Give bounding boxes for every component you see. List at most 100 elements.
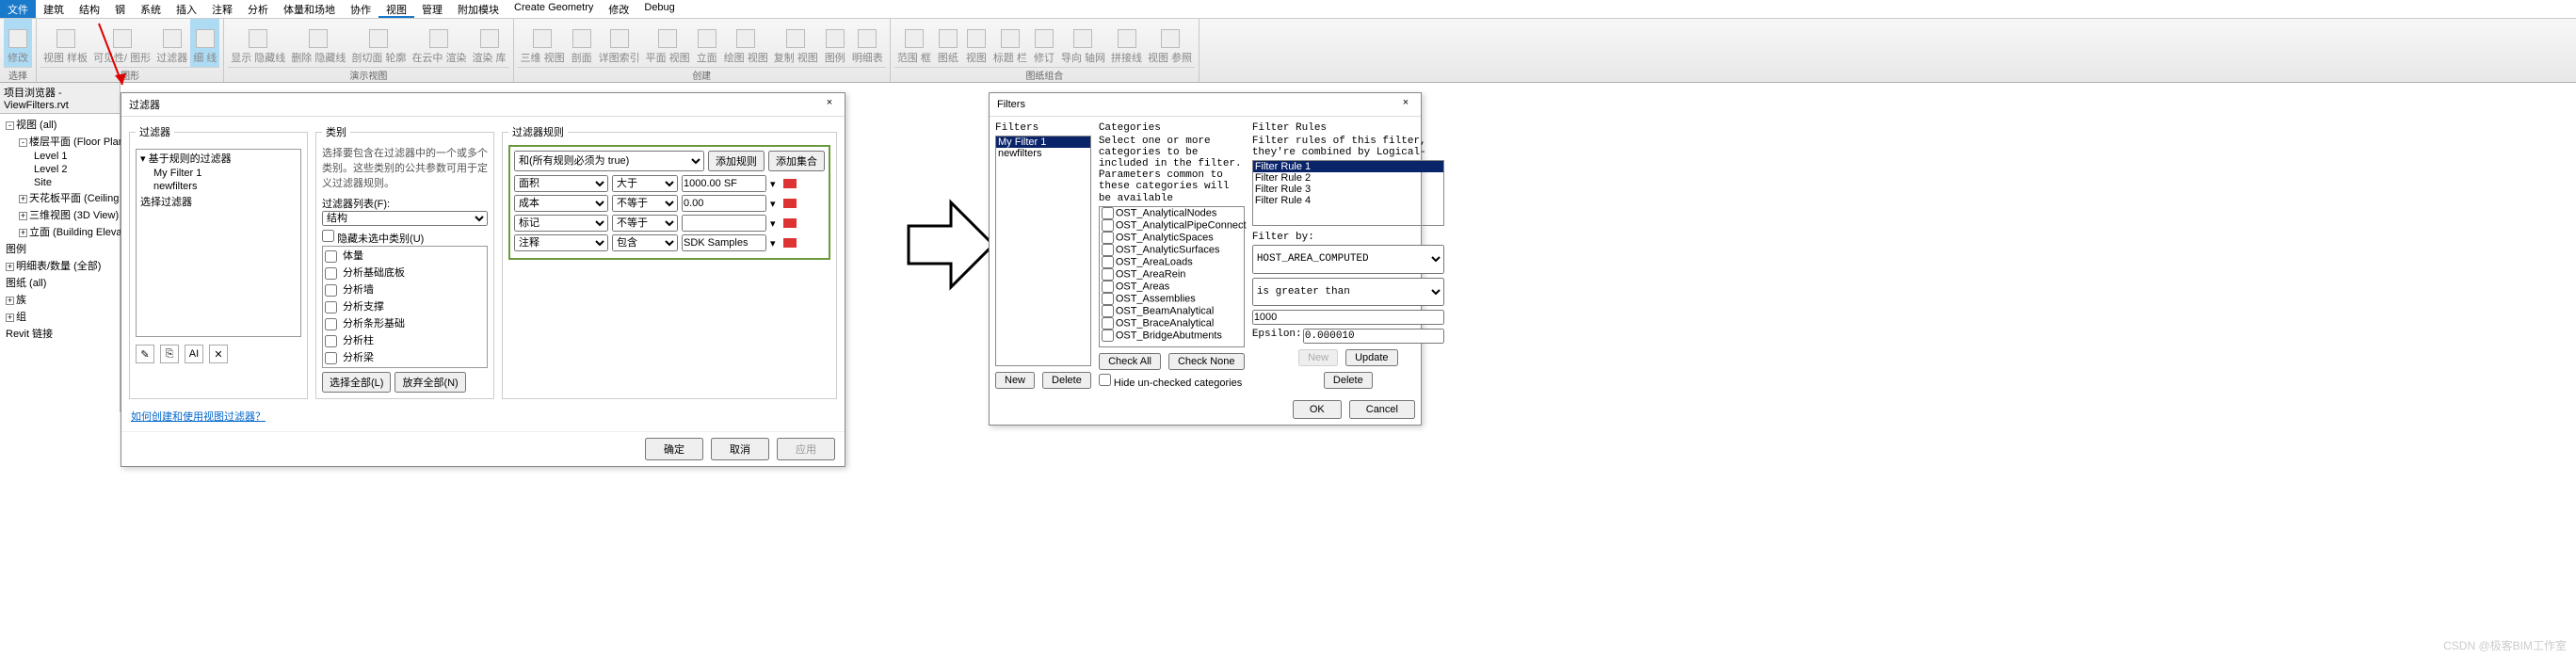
project-browser-tree[interactable]: -视图 (all)-楼层平面 (Floor Plan)Level 1Level … bbox=[0, 114, 120, 344]
menu-tab-file[interactable]: 文件 bbox=[0, 0, 36, 18]
ribbon-btn[interactable]: 剖面 bbox=[568, 19, 596, 67]
category-item[interactable]: OST_AnalyticSpaces bbox=[1100, 232, 1244, 244]
new-filter-icon[interactable]: ✎ bbox=[136, 345, 154, 363]
ribbon-btn[interactable]: 视图 参照 bbox=[1145, 19, 1195, 67]
ribbon-btn-thinlines[interactable]: 细 线 bbox=[190, 19, 219, 67]
ribbon-btn[interactable]: 修订 bbox=[1030, 19, 1058, 67]
category-item[interactable]: 体量 bbox=[323, 247, 487, 264]
categories-listbox[interactable]: OST_AnalyticalNodesOST_AnalyticalPipeCon… bbox=[1099, 206, 1245, 347]
rule-op-select[interactable]: 不等于 bbox=[612, 195, 678, 212]
menu-tab[interactable]: 分析 bbox=[240, 0, 276, 18]
rule-op-select[interactable]: 包含 bbox=[612, 234, 678, 251]
rule-op-select[interactable]: 不等于 bbox=[612, 215, 678, 232]
delete-rule-icon[interactable] bbox=[783, 238, 797, 248]
ribbon-btn[interactable]: 详图索引 bbox=[596, 19, 643, 67]
category-item[interactable]: OST_AreaLoads bbox=[1100, 256, 1244, 268]
menu-tab[interactable]: 注释 bbox=[204, 0, 240, 18]
menu-tab[interactable]: 插入 bbox=[169, 0, 204, 18]
tree-node[interactable]: -楼层平面 (Floor Plan) bbox=[2, 133, 118, 150]
cancel-button[interactable]: Cancel bbox=[1349, 400, 1415, 419]
menu-tab[interactable]: 建筑 bbox=[36, 0, 72, 18]
tree-node[interactable]: 图例 bbox=[2, 240, 118, 257]
category-item[interactable]: 分析支撑 bbox=[323, 297, 487, 314]
tree-node[interactable]: -视图 (all) bbox=[2, 116, 118, 133]
ribbon-btn[interactable]: 三维 视图 bbox=[518, 19, 568, 67]
ribbon-btn[interactable]: 标题 栏 bbox=[990, 19, 1030, 67]
delete-rule-button[interactable]: Delete bbox=[1324, 372, 1373, 389]
category-item[interactable]: OST_BridgeAbutments bbox=[1100, 330, 1244, 342]
rename-filter-icon[interactable]: AI bbox=[185, 345, 203, 363]
category-item[interactable]: OST_BraceAnalytical bbox=[1100, 317, 1244, 330]
close-icon[interactable]: × bbox=[822, 97, 837, 112]
tree-node[interactable]: +族 bbox=[2, 291, 118, 308]
add-rule-button[interactable]: 添加规则 bbox=[708, 151, 765, 171]
category-item[interactable]: 分析墙 bbox=[323, 281, 487, 297]
rule-param-select[interactable]: 成本 bbox=[514, 195, 608, 212]
filter-list-select[interactable]: 结构 bbox=[322, 211, 488, 226]
new-rule-button[interactable]: New bbox=[1298, 349, 1338, 366]
filter-tree-item[interactable]: newfilters bbox=[137, 180, 300, 193]
category-item[interactable]: 分析基础底板 bbox=[323, 264, 487, 281]
menu-tab-view[interactable]: 视图 bbox=[378, 0, 414, 18]
rule-value-input[interactable] bbox=[682, 234, 766, 251]
ribbon-modify-button[interactable]: 修改 bbox=[4, 19, 32, 67]
rule-param-select[interactable]: 注释 bbox=[514, 234, 608, 251]
ribbon-btn[interactable]: 显示 隐藏线 bbox=[228, 19, 288, 67]
rule-op-select[interactable]: 大于 bbox=[612, 175, 678, 192]
select-all-button[interactable]: 选择全部(L) bbox=[322, 372, 391, 393]
filter-tree-item[interactable]: My Filter 1 bbox=[137, 167, 300, 180]
tree-node[interactable]: +天花板平面 (Ceiling Plan bbox=[2, 189, 118, 206]
category-item[interactable]: OST_AnalyticalPipeConnect bbox=[1100, 219, 1244, 232]
tree-node[interactable]: +三维视图 (3D View) bbox=[2, 206, 118, 223]
update-rule-button[interactable]: Update bbox=[1345, 349, 1397, 366]
ribbon-btn[interactable]: 绘图 视图 bbox=[721, 19, 771, 67]
categories-listbox[interactable]: 体量 分析基础底板 分析墙 分析支撑 分析条形基础 分析柱 分析梁 分析楼层 bbox=[322, 246, 488, 368]
category-item[interactable]: OST_AnalyticSurfaces bbox=[1100, 244, 1244, 256]
ok-button[interactable]: 确定 bbox=[645, 438, 703, 460]
ribbon-btn[interactable]: 图例 bbox=[821, 19, 849, 67]
ribbon-btn[interactable]: 视图 bbox=[962, 19, 990, 67]
ribbon-btn[interactable]: 剖切面 轮廓 bbox=[348, 19, 409, 67]
hide-unchecked-checkbox[interactable]: 隐藏未选中类别(U) bbox=[322, 233, 424, 245]
menu-tab[interactable]: Debug bbox=[636, 0, 682, 18]
filter-item[interactable]: newfilters bbox=[996, 148, 1090, 159]
rule-value-input[interactable] bbox=[682, 175, 766, 192]
category-item[interactable]: OST_BeamAnalytical bbox=[1100, 305, 1244, 317]
ribbon-btn[interactable]: 渲染 库 bbox=[470, 19, 509, 67]
delete-filter-button[interactable]: Delete bbox=[1042, 372, 1091, 389]
rule-item[interactable]: Filter Rule 4 bbox=[1253, 195, 1443, 206]
ribbon-btn[interactable]: 在云中 渲染 bbox=[409, 19, 469, 67]
category-item[interactable]: OST_AreaRein bbox=[1100, 268, 1244, 281]
delete-rule-icon[interactable] bbox=[783, 199, 797, 208]
filters-listbox[interactable]: My Filter 1newfilters bbox=[995, 136, 1091, 366]
new-filter-button[interactable]: New bbox=[995, 372, 1035, 389]
rule-item[interactable]: Filter Rule 2 bbox=[1253, 172, 1443, 184]
category-item[interactable]: 分析条形基础 bbox=[323, 314, 487, 331]
category-item[interactable]: OST_AnalyticalNodes bbox=[1100, 207, 1244, 219]
filter-item[interactable]: My Filter 1 bbox=[996, 137, 1090, 148]
category-item[interactable]: 分析柱 bbox=[323, 331, 487, 348]
tree-node[interactable]: +明细表/数量 (全部) bbox=[2, 257, 118, 274]
menu-tab[interactable]: 协作 bbox=[343, 0, 378, 18]
ribbon-btn[interactable]: 导向 轴网 bbox=[1058, 19, 1108, 67]
cancel-button[interactable]: 取消 bbox=[711, 438, 769, 460]
tree-node[interactable]: Level 1 bbox=[2, 150, 118, 163]
ribbon-btn[interactable]: 图纸 bbox=[934, 19, 962, 67]
ribbon-btn[interactable]: 复制 视图 bbox=[771, 19, 821, 67]
rules-listbox[interactable]: Filter Rule 1Filter Rule 2Filter Rule 3F… bbox=[1252, 160, 1444, 226]
menu-tab[interactable]: 修改 bbox=[601, 0, 636, 18]
rule-param-select[interactable]: 面积 bbox=[514, 175, 608, 192]
tree-node[interactable]: Revit 链接 bbox=[2, 325, 118, 342]
filter-tree-branch[interactable]: ▾ 基于规则的过滤器 bbox=[137, 150, 300, 167]
apply-button[interactable]: 应用 bbox=[777, 438, 835, 460]
rule-value-input[interactable] bbox=[682, 215, 766, 232]
ribbon-btn[interactable]: 可见性/ 图形 bbox=[90, 19, 153, 67]
tree-node[interactable]: +立面 (Building Elevation bbox=[2, 223, 118, 240]
delete-rule-icon[interactable] bbox=[783, 218, 797, 228]
rule-param-select[interactable]: 标记 bbox=[514, 215, 608, 232]
ribbon-btn[interactable]: 明细表 bbox=[849, 19, 886, 67]
filter-op-select[interactable]: is greater than bbox=[1252, 278, 1444, 306]
delete-rule-icon[interactable] bbox=[783, 179, 797, 188]
tree-node[interactable]: 图纸 (all) bbox=[2, 274, 118, 291]
duplicate-filter-icon[interactable]: ⎘ bbox=[160, 345, 179, 363]
